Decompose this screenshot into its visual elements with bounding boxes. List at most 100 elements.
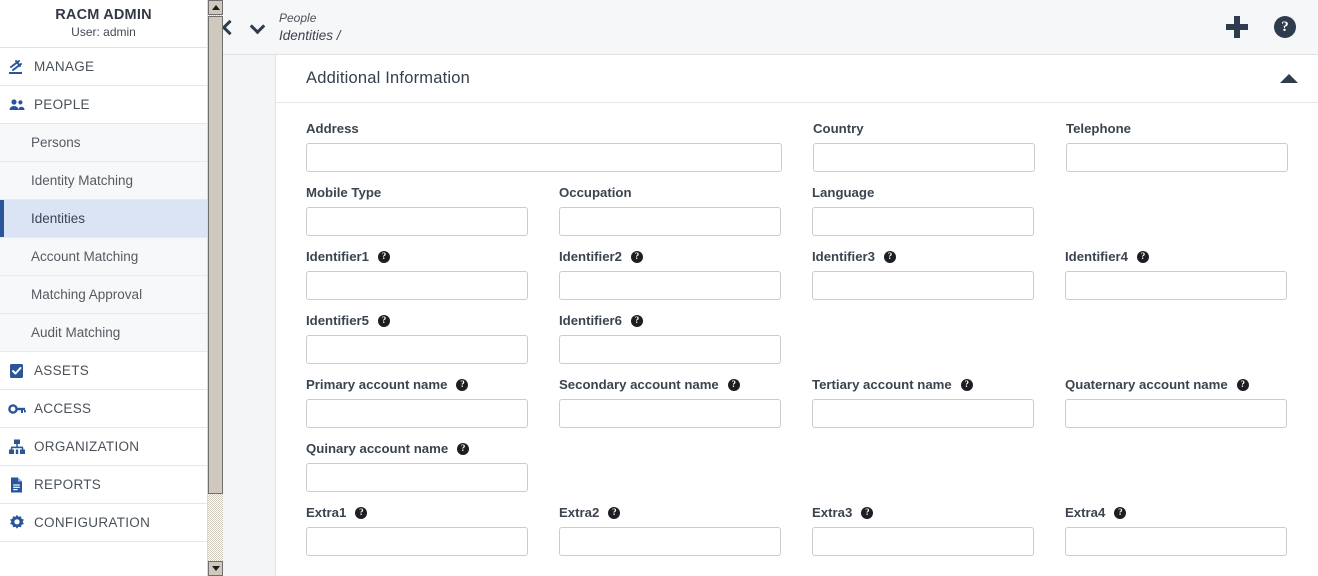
- input-extra3[interactable]: [812, 527, 1034, 556]
- input-identifier4[interactable]: [1065, 271, 1287, 300]
- help-circle-icon[interactable]: ?: [378, 315, 391, 327]
- field-label-text: Secondary account name: [559, 377, 719, 392]
- help-circle-icon[interactable]: ?: [727, 379, 740, 391]
- input-extra1[interactable]: [306, 527, 528, 556]
- form-field-identifier5: Identifier5?: [306, 313, 528, 364]
- field-label: Identifier5?: [306, 313, 528, 329]
- field-label: Extra2?: [559, 505, 781, 521]
- field-label: Mobile Type: [306, 185, 528, 201]
- breadcrumb: People Identities /: [279, 12, 341, 43]
- form-field-language: Language: [812, 185, 1034, 236]
- breadcrumb-nav: [222, 19, 265, 35]
- breadcrumb-parent[interactable]: People: [279, 12, 341, 24]
- scrollbar-up-button[interactable]: [208, 0, 223, 15]
- form-field-extra4: Extra4?: [1065, 505, 1287, 556]
- caret-down-icon: [211, 566, 220, 571]
- field-label: Identifier2?: [559, 249, 781, 265]
- field-label-text: Quinary account name: [306, 441, 449, 456]
- scrollbar-down-button[interactable]: [208, 561, 223, 576]
- sidebar-item-access[interactable]: ACCESS: [0, 390, 207, 428]
- field-label: Occupation: [559, 185, 781, 201]
- sidebar-item-matching-approval[interactable]: Matching Approval: [0, 276, 207, 314]
- sidebar-item-persons[interactable]: Persons: [0, 124, 207, 162]
- input-primary-account-name[interactable]: [306, 399, 528, 428]
- brand-user: User: admin: [71, 25, 136, 39]
- sidebar-item-identities[interactable]: Identities: [0, 200, 207, 238]
- card-header[interactable]: Additional Information: [276, 55, 1318, 103]
- input-identifier2[interactable]: [559, 271, 781, 300]
- gear-icon: [8, 514, 34, 532]
- sidebar-item-manage[interactable]: MANAGE: [0, 48, 207, 86]
- card-body: Address Country Telephone Mobile Type Occupa…: [276, 103, 1318, 576]
- add-icon[interactable]: [1226, 16, 1248, 38]
- field-label-text: Extra3: [812, 505, 853, 520]
- sidebar-item-organization-label: ORGANIZATION: [34, 439, 140, 454]
- input-language[interactable]: [812, 207, 1034, 236]
- help-circle-icon[interactable]: ?: [456, 379, 469, 391]
- input-quaternary-account-name[interactable]: [1065, 399, 1287, 428]
- help-circle-icon[interactable]: ?: [378, 251, 391, 263]
- field-label-text: Mobile Type: [306, 185, 382, 200]
- sidebar-item-manage-label: MANAGE: [34, 59, 95, 74]
- input-identifier5[interactable]: [306, 335, 528, 364]
- input-quinary-account-name[interactable]: [306, 463, 528, 492]
- sidebar-item-audit-matching[interactable]: Audit Matching: [0, 314, 207, 352]
- clipboard-check-icon: [8, 362, 34, 380]
- field-label-text: Language: [812, 185, 875, 200]
- input-extra4[interactable]: [1065, 527, 1287, 556]
- input-occupation[interactable]: [559, 207, 781, 236]
- field-label-text: Extra1: [306, 505, 347, 520]
- help-circle-icon[interactable]: ?: [631, 315, 644, 327]
- sidebar-item-assets[interactable]: ASSETS: [0, 352, 207, 390]
- chevron-left-icon[interactable]: [222, 19, 236, 35]
- gavel-icon: [8, 58, 34, 76]
- breadcrumb-current[interactable]: Identities /: [279, 29, 341, 43]
- form-field-extra3: Extra3?: [812, 505, 1034, 556]
- help-circle-icon[interactable]: ?: [608, 507, 621, 519]
- input-identifier6[interactable]: [559, 335, 781, 364]
- help-circle-icon[interactable]: ?: [1114, 507, 1127, 519]
- input-mobile-type[interactable]: [306, 207, 528, 236]
- help-circle-icon[interactable]: ?: [861, 507, 874, 519]
- help-circle-icon[interactable]: ?: [1274, 16, 1296, 38]
- field-label-text: Identifier4: [1065, 249, 1129, 264]
- form-row: Identifier1? Identifier2? Identifier3? Iden…: [276, 249, 1318, 300]
- sidebar-item-reports[interactable]: REPORTS: [0, 466, 207, 504]
- scrollbar-thumb[interactable]: [208, 16, 223, 494]
- form-field-tertiary-account-name: Tertiary account name?: [812, 377, 1034, 428]
- field-label-text: Extra4: [1065, 505, 1106, 520]
- field-label: Language: [812, 185, 1034, 201]
- field-label: Country: [813, 121, 1035, 137]
- application-root: RACM ADMIN User: admin MANAGE PEOPLE Per…: [0, 0, 1318, 576]
- input-telephone[interactable]: [1066, 143, 1288, 172]
- field-label: Quaternary account name?: [1065, 377, 1287, 393]
- field-label-text: Identifier1: [306, 249, 370, 264]
- help-circle-icon[interactable]: ?: [884, 251, 897, 263]
- sidebar-scrollbar[interactable]: [208, 0, 223, 576]
- input-identifier1[interactable]: [306, 271, 528, 300]
- sidebar-item-account-matching[interactable]: Account Matching: [0, 238, 207, 276]
- sidebar-item-identity-matching[interactable]: Identity Matching: [0, 162, 207, 200]
- form-row: Primary account name? Secondary account n…: [276, 377, 1318, 428]
- input-identifier3[interactable]: [812, 271, 1034, 300]
- sidebar-item-organization[interactable]: ORGANIZATION: [0, 428, 207, 466]
- sidebar-item-configuration[interactable]: CONFIGURATION: [0, 504, 207, 542]
- input-tertiary-account-name[interactable]: [812, 399, 1034, 428]
- input-address[interactable]: [306, 143, 782, 172]
- caret-up-icon: [211, 5, 220, 10]
- help-circle-icon[interactable]: ?: [1236, 379, 1249, 391]
- input-extra2[interactable]: [559, 527, 781, 556]
- field-label-text: Occupation: [559, 185, 632, 200]
- input-secondary-account-name[interactable]: [559, 399, 781, 428]
- help-circle-icon[interactable]: ?: [457, 443, 470, 455]
- additional-information-card: Additional Information Address Country Tel…: [275, 55, 1318, 576]
- chevron-down-icon[interactable]: [251, 19, 265, 35]
- help-circle-icon[interactable]: ?: [355, 507, 368, 519]
- sidebar-item-reports-label: REPORTS: [34, 477, 102, 492]
- help-circle-icon[interactable]: ?: [960, 379, 973, 391]
- caret-up-icon[interactable]: [1280, 74, 1298, 83]
- help-circle-icon[interactable]: ?: [1137, 251, 1150, 263]
- help-circle-icon[interactable]: ?: [631, 251, 644, 263]
- input-country[interactable]: [813, 143, 1035, 172]
- sidebar-item-people[interactable]: PEOPLE: [0, 86, 207, 124]
